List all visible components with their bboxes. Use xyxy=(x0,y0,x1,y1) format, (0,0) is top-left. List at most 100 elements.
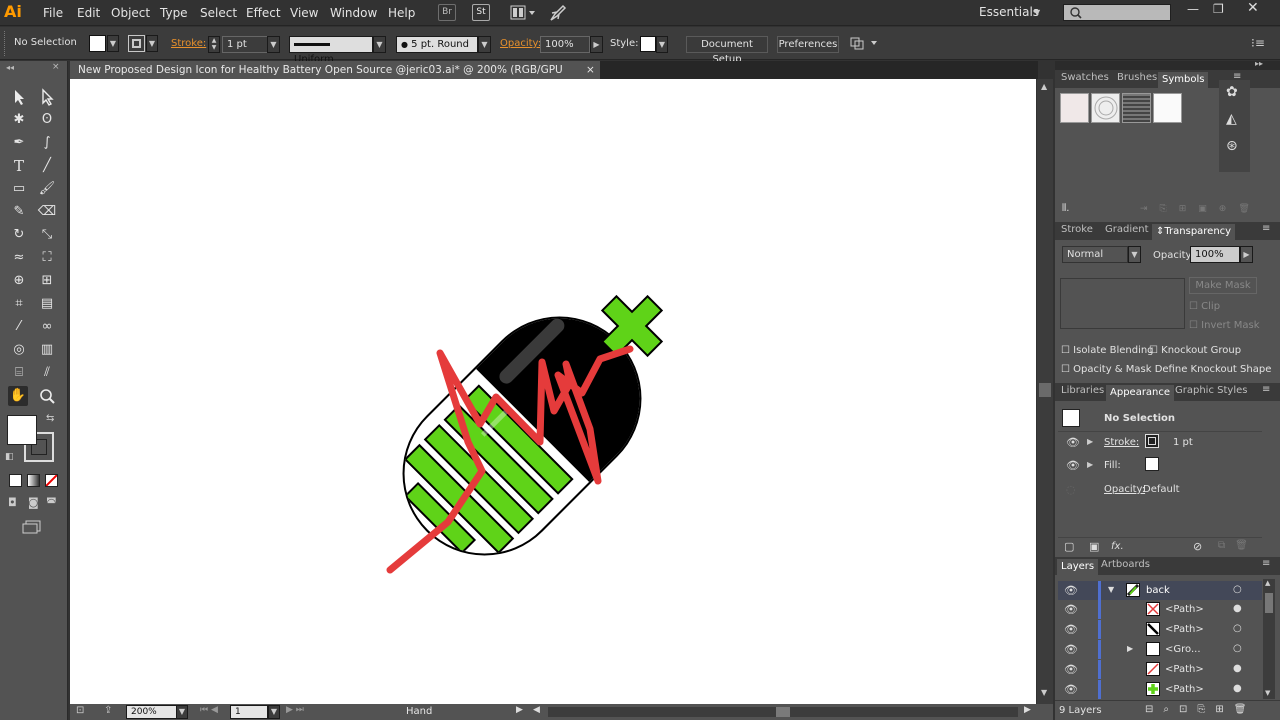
clip-checkbox[interactable]: ☐ Clip xyxy=(1189,301,1220,312)
vertical-scrollbar[interactable]: ▲ ▼ xyxy=(1037,79,1053,704)
visibility-icon[interactable]: 👁 xyxy=(1064,663,1078,676)
opacity-arrow[interactable]: ▶ xyxy=(590,36,603,53)
appearance-fill-label[interactable]: Fill: xyxy=(1104,460,1121,471)
color-mode-icon[interactable] xyxy=(9,474,22,487)
visibility-icon[interactable]: 👁 xyxy=(1064,643,1078,656)
sublayer-name[interactable]: <Gro... xyxy=(1165,644,1201,655)
width-tool-icon[interactable]: ≈ xyxy=(9,248,29,268)
fill-expand-icon[interactable]: ▶ xyxy=(1087,460,1093,469)
tab-transparency[interactable]: ⇕Transparency xyxy=(1152,224,1236,240)
gradient-mode-icon[interactable] xyxy=(27,474,40,487)
eraser-tool-icon[interactable]: ⌫ xyxy=(37,202,57,222)
symbol-sprayer-tool-icon[interactable]: ◎ xyxy=(9,340,29,360)
style-swatch[interactable] xyxy=(640,36,656,52)
blend-mode-arrow[interactable]: ▼ xyxy=(1128,246,1141,263)
artboard-tool-icon[interactable]: ⌸ xyxy=(9,363,29,383)
artboard-nav-icon[interactable]: ⊡ xyxy=(76,705,84,716)
symbol-thumb-2[interactable] xyxy=(1091,93,1120,123)
blend-mode-dropdown[interactable]: Normal xyxy=(1062,246,1128,263)
visibility-icon[interactable]: 👁 xyxy=(1064,623,1078,636)
menu-type[interactable]: Type xyxy=(160,6,188,20)
style-dropdown[interactable]: ▼ xyxy=(656,36,668,53)
target-icon[interactable]: ○ xyxy=(1233,623,1242,634)
menu-file[interactable]: File xyxy=(43,6,63,20)
hscroll-left-icon[interactable]: ◀ xyxy=(533,705,540,715)
paintbrush-tool-icon[interactable]: 🖌 xyxy=(37,179,57,199)
search-input[interactable] xyxy=(1063,4,1171,21)
appearance-fill-swatch[interactable] xyxy=(1145,457,1159,471)
layers-scroll-up-icon[interactable]: ▲ xyxy=(1265,579,1270,587)
tab-brushes[interactable]: Brushes xyxy=(1117,72,1157,83)
stroke-visibility-icon[interactable]: 👁 xyxy=(1066,436,1080,449)
artboard-dropdown[interactable]: ▼ xyxy=(268,705,280,719)
image-trace-icon[interactable]: ⊛ xyxy=(1226,138,1238,154)
menu-help[interactable]: Help xyxy=(388,6,415,20)
menu-view[interactable]: View xyxy=(290,6,318,20)
tab-graphic-styles[interactable]: Graphic Styles xyxy=(1175,385,1247,396)
visibility-icon[interactable]: 👁 xyxy=(1064,683,1078,696)
eyedropper-tool-icon[interactable]: ⁄ xyxy=(9,317,29,337)
symbol-thumb-3[interactable] xyxy=(1122,93,1151,123)
layer-row[interactable]: 👁 <Path> ● xyxy=(1058,660,1262,679)
symbol-libraries-icon[interactable]: ⫴. xyxy=(1062,203,1069,214)
transparency-opacity-field[interactable]: 100% xyxy=(1190,246,1240,263)
layers-footer-actions[interactable]: ⊟⌕⊡⎘⊞🗑 xyxy=(1145,704,1256,715)
perspective-grid-tool-icon[interactable]: ⊞ xyxy=(37,271,57,291)
first-artboard-icon[interactable]: ⏮ ◀ xyxy=(200,705,218,715)
hscroll-thumb[interactable] xyxy=(776,707,790,717)
stroke-weight-dropdown[interactable]: ▼ xyxy=(267,36,280,53)
draw-inside-icon[interactable]: ◚ xyxy=(46,496,57,509)
brush-definition-dropdown[interactable]: ● 5 pt. Round xyxy=(396,36,478,53)
artboard-canvas[interactable] xyxy=(70,79,1036,704)
close-window-icon[interactable]: ✕ xyxy=(1247,0,1259,16)
menu-object[interactable]: Object xyxy=(111,6,150,20)
panel-menu-icon[interactable]: ⁝≡ xyxy=(1251,36,1265,50)
menu-effect[interactable]: Effect xyxy=(246,6,281,20)
restore-icon[interactable]: ❐ xyxy=(1213,2,1224,16)
preferences-button[interactable]: Preferences xyxy=(777,36,839,53)
screen-mode-icon[interactable] xyxy=(22,520,42,534)
symbol-thumb-1[interactable] xyxy=(1060,93,1089,123)
collapse-icon[interactable]: ◂◂ xyxy=(6,63,14,72)
layers-scroll-down-icon[interactable]: ▼ xyxy=(1265,689,1270,697)
minimize-icon[interactable]: — xyxy=(1187,2,1199,16)
clear-appearance-icon[interactable]: ⊘ xyxy=(1193,540,1202,553)
stroke-stepper[interactable]: ▲ ▼ xyxy=(208,36,220,53)
tab-libraries[interactable]: Libraries xyxy=(1061,385,1104,396)
tab-swatches[interactable]: Swatches xyxy=(1061,72,1109,83)
fill-swatch[interactable] xyxy=(89,35,106,52)
arrange-icon[interactable] xyxy=(850,36,880,50)
default-colors-icon[interactable]: ◧ xyxy=(5,452,14,462)
layer-visibility-icon[interactable]: 👁 xyxy=(1064,584,1078,597)
stroke-swatch[interactable] xyxy=(128,35,145,52)
stroke-weight-field[interactable]: 1 pt xyxy=(222,36,268,53)
line-tool-icon[interactable]: ╱ xyxy=(37,156,57,176)
menu-window[interactable]: Window xyxy=(330,6,377,20)
hand-tool-icon[interactable]: ✋ xyxy=(8,386,28,406)
stock-button[interactable]: St xyxy=(472,4,490,21)
invert-mask-checkbox[interactable]: ☐ Invert Mask xyxy=(1189,320,1259,331)
layer-target-icon[interactable]: ○ xyxy=(1233,584,1242,595)
artboard-number-field[interactable]: 1 xyxy=(230,705,268,719)
fill-dropdown[interactable]: ▼ xyxy=(107,35,119,52)
stroke-profile-arrow[interactable]: ▼ xyxy=(373,36,386,53)
stroke-expand-icon[interactable]: ▶ xyxy=(1087,437,1093,446)
tab-artboards[interactable]: Artboards xyxy=(1101,559,1150,570)
scroll-thumb[interactable] xyxy=(1039,383,1051,397)
next-artboard-icon[interactable]: ▶ ⏭ xyxy=(286,705,304,715)
target-icon[interactable]: ● xyxy=(1233,663,1242,674)
chevron-down-icon[interactable]: ▼ xyxy=(1034,8,1040,17)
slice-tool-icon[interactable]: ⫽ xyxy=(37,363,57,383)
layer-row[interactable]: 👁 <Path> ○ xyxy=(1058,620,1262,639)
symbol-thumb-4[interactable] xyxy=(1153,93,1182,123)
sublayer-name[interactable]: <Path> xyxy=(1165,604,1204,615)
hscroll-right-icon[interactable]: ▶ xyxy=(1024,705,1031,715)
color-guide-icon[interactable]: ✿ xyxy=(1226,84,1238,100)
layer-row[interactable]: 👁 <Path> ● xyxy=(1058,600,1262,619)
sublayer-name[interactable]: <Path> xyxy=(1165,664,1204,675)
stroke-label[interactable]: Stroke: xyxy=(171,38,206,49)
export-icon[interactable]: ⇪ xyxy=(104,705,112,716)
target-icon[interactable]: ● xyxy=(1233,603,1242,614)
tab-stroke[interactable]: Stroke xyxy=(1061,224,1093,235)
appearance-stroke-value[interactable]: 1 pt xyxy=(1173,437,1193,448)
